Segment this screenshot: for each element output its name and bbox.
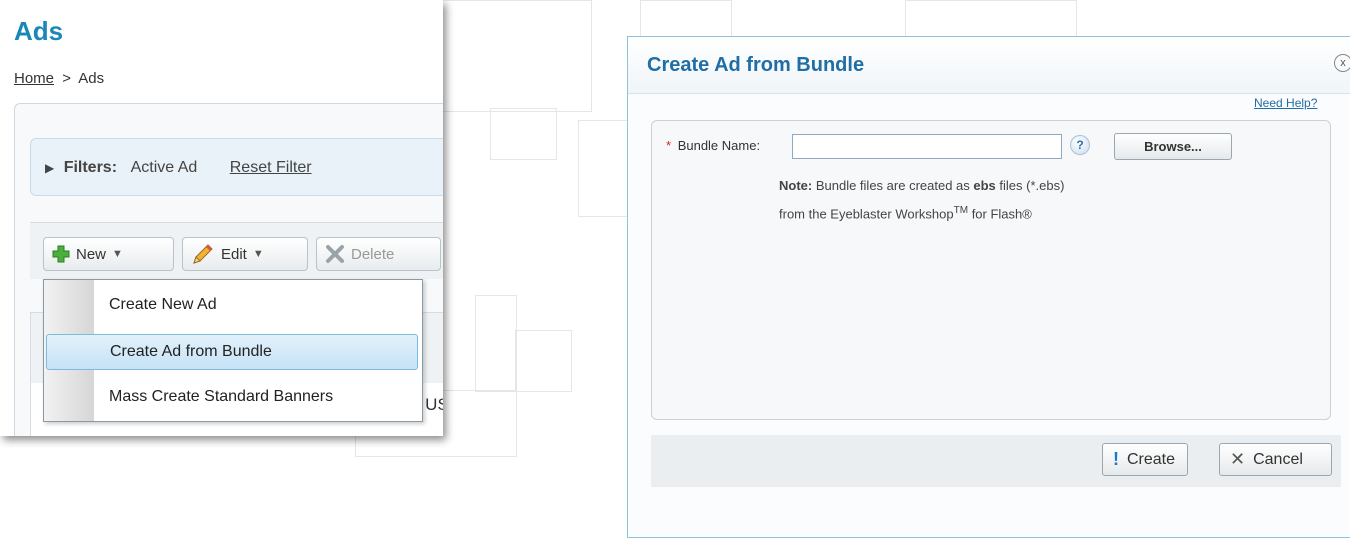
bundle-name-label-row: * Bundle Name: [666,138,760,153]
note-workshop: from the Eyeblaster Workshop [779,206,954,222]
note-ebs: ebs [973,178,996,193]
dialog-header: Create Ad from Bundle x [628,37,1350,94]
note-trademark: TM [953,205,969,216]
question-icon[interactable]: ? [1070,135,1090,155]
triangle-right-icon[interactable]: ▶ [45,161,54,175]
close-icon[interactable]: x [1334,54,1350,72]
pencil-icon [193,244,213,264]
filters-label[interactable]: Filters: [64,159,117,176]
exclamation-icon: ! [1113,449,1119,469]
reset-filter-link[interactable]: Reset Filter [230,159,312,176]
breadcrumb-home-link[interactable]: Home [14,70,54,87]
form-box [651,120,1331,420]
delete-button-label: Delete [351,245,395,263]
x-icon: ✕ [1230,449,1246,469]
create-button-label: Create [1127,450,1176,468]
breadcrumb-separator: > [62,70,71,87]
background-square [515,330,572,392]
new-button[interactable]: New ▼ [43,237,174,271]
menu-item-create-new-ad[interactable]: Create New Ad [46,287,418,323]
green-plus-icon [52,245,70,263]
menu-item-mass-create-standard-banners[interactable]: Mass Create Standard Banners [46,379,418,415]
create-ad-from-bundle-dialog: Create Ad from Bundle x Need Help? * Bun… [627,36,1350,538]
background-square [475,295,517,392]
page-title: Ads [14,16,64,46]
required-asterisk: * [666,138,672,153]
background-square [440,0,592,112]
menu-item-create-ad-from-bundle[interactable]: Create Ad from Bundle [46,334,418,370]
bundle-name-label: Bundle Name: [677,138,761,153]
active-filter-value: Active Ad [130,159,198,176]
note-prefix: Note: [779,178,813,193]
new-dropdown-menu: Create New Ad Create Ad from Bundle Mass… [43,279,423,422]
filters-bar: ▶ Filters: Active Ad Reset Filter [30,138,443,196]
breadcrumb: Home > Ads [14,70,104,87]
note-line-1: Note: Bundle files are created as ebs fi… [779,178,1064,193]
need-help-link[interactable]: Need Help? [1254,96,1317,110]
edit-button-label: Edit [221,245,247,263]
note-line-2: from the Eyeblaster WorkshopTM for Flash… [779,205,1032,221]
note-text-a: Bundle files are created as [815,178,974,193]
breadcrumb-current: Ads [78,70,105,87]
background-square [490,108,557,160]
ads-page-panel: Ads Home > Ads ▶ Filters: Active Ad Rese… [0,0,443,436]
edit-button[interactable]: Edit ▼ [182,237,308,271]
caret-down-icon: ▼ [252,248,264,260]
bundle-name-input[interactable] [792,134,1062,159]
cancel-button[interactable]: ✕ Cancel [1219,443,1332,476]
note-flash: for Flash® [968,206,1032,222]
background-square [640,0,732,38]
gray-x-icon [326,245,344,263]
browse-button[interactable]: Browse... [1114,133,1232,160]
cancel-button-label: Cancel [1253,450,1303,468]
delete-button[interactable]: Delete [316,237,441,271]
caret-down-icon: ▼ [112,248,123,260]
create-button[interactable]: ! Create [1102,443,1188,476]
note-text-b: files (*.ebs) [995,178,1065,193]
new-button-label: New [76,245,107,263]
background-square [905,0,1077,38]
dialog-title: Create Ad from Bundle [647,54,865,76]
background-square [578,120,630,217]
